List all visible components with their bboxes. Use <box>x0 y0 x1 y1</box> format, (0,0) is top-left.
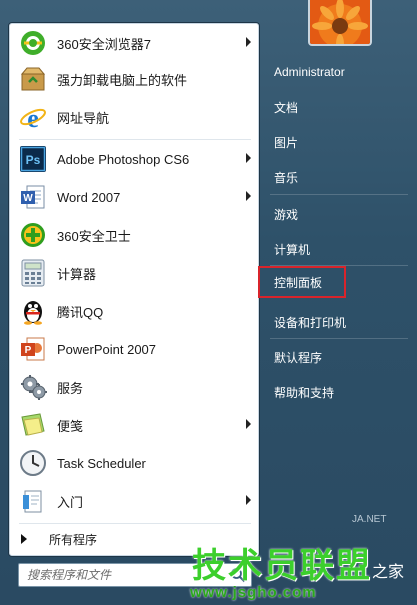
program-item-photoshop[interactable]: Ps Adobe Photoshop CS6 <box>11 141 257 177</box>
submenu-arrow-icon[interactable] <box>246 153 251 163</box>
right-item-music[interactable]: 音乐 <box>262 162 412 192</box>
right-item-label: 计算机 <box>274 242 311 257</box>
right-item-label: 图片 <box>274 135 299 150</box>
program-item-360-safeguard[interactable]: 360安全卫士 <box>11 217 257 253</box>
pinned-programs-panel: 360安全浏览器7 强力卸载电脑上的软件 e 网址导航 Ps Adobe Pho… <box>8 22 260 557</box>
program-label: Word 2007 <box>57 189 121 205</box>
submenu-arrow-icon[interactable] <box>246 191 251 201</box>
svg-text:W: W <box>23 193 33 204</box>
right-item-help-support[interactable]: 帮助和支持 <box>262 377 412 407</box>
program-label: 强力卸载电脑上的软件 <box>57 72 188 88</box>
program-item-getting-started[interactable]: 入门 <box>11 483 257 519</box>
highlight-frame <box>258 266 346 298</box>
right-item-computer[interactable]: 计算机 <box>262 234 412 264</box>
search-input[interactable] <box>25 567 219 583</box>
watermark-brand: 技术员联盟 <box>192 547 372 585</box>
svg-text:P: P <box>25 345 32 356</box>
watermark-url: www.jsgho.com <box>190 584 317 601</box>
right-item-default-programs[interactable]: 默认程序 <box>262 342 412 372</box>
divider <box>270 194 408 195</box>
right-item-user[interactable]: Administrator <box>262 57 412 87</box>
clock-icon <box>17 447 49 479</box>
divider <box>19 139 251 140</box>
submenu-arrow-icon[interactable] <box>246 37 251 47</box>
program-label: Adobe Photoshop CS6 <box>57 151 190 167</box>
program-label: 网址导航 <box>57 110 110 126</box>
program-label: 腾讯QQ <box>57 304 104 320</box>
divider <box>270 338 408 339</box>
program-label: 便笺 <box>57 418 84 434</box>
program-item-sticky-notes[interactable]: 便笺 <box>11 407 257 443</box>
program-label: 360安全卫士 <box>57 228 131 244</box>
start-menu: 360安全浏览器7 强力卸载电脑上的软件 e 网址导航 Ps Adobe Pho… <box>0 0 417 605</box>
program-label: 360安全浏览器7 <box>57 36 151 52</box>
powerpoint-icon: P <box>17 333 49 365</box>
program-item-uninstaller[interactable]: 强力卸载电脑上的软件 <box>11 61 257 97</box>
program-label: 入门 <box>57 494 84 510</box>
program-item-web-nav[interactable]: e 网址导航 <box>11 99 257 135</box>
divider <box>19 523 251 524</box>
calculator-icon <box>17 257 49 289</box>
program-item-qq[interactable]: 腾讯QQ <box>11 293 257 329</box>
program-item-task-scheduler[interactable]: Task Scheduler <box>11 445 257 481</box>
photoshop-icon: Ps <box>17 143 49 175</box>
submenu-arrow-icon[interactable] <box>246 419 251 429</box>
right-item-games[interactable]: 游戏 <box>262 199 412 229</box>
right-item-label: 设备和打印机 <box>274 315 347 330</box>
program-item-powerpoint[interactable]: P PowerPoint 2007 <box>11 331 257 367</box>
program-label: 计算器 <box>57 266 97 282</box>
360-safeguard-icon <box>17 219 49 251</box>
qq-penguin-icon <box>17 295 49 327</box>
services-gear-icon <box>17 371 49 403</box>
program-label: 服务 <box>57 380 84 396</box>
svg-text:e: e <box>27 104 39 131</box>
uninstall-box-icon <box>17 63 49 95</box>
expand-arrow-icon <box>21 534 27 544</box>
sticky-notes-icon <box>17 409 49 441</box>
right-item-label: 游戏 <box>274 207 299 222</box>
program-item-360-browser[interactable]: 360安全浏览器7 <box>11 25 257 61</box>
right-item-pictures[interactable]: 图片 <box>262 127 412 157</box>
right-item-devices-printers[interactable]: 设备和打印机 <box>262 307 412 337</box>
getting-started-icon <box>17 485 49 517</box>
right-item-label: Administrator <box>274 65 345 79</box>
program-label: PowerPoint 2007 <box>57 341 157 357</box>
right-item-label: 音乐 <box>274 170 299 185</box>
all-programs-label: 所有程序 <box>49 532 98 547</box>
program-label: Task Scheduler <box>57 455 146 471</box>
ie-icon: e <box>17 101 49 133</box>
360-browser-icon <box>17 27 49 59</box>
right-item-label: 默认程序 <box>274 350 323 365</box>
program-item-calculator[interactable]: 计算器 <box>11 255 257 291</box>
svg-text:Ps: Ps <box>26 153 41 167</box>
watermark-faint-url: JA.NET <box>352 514 387 525</box>
program-item-word[interactable]: W Word 2007 <box>11 179 257 215</box>
word-icon: W <box>17 181 49 213</box>
right-item-documents[interactable]: 文档 <box>262 92 412 122</box>
right-item-label: 帮助和支持 <box>274 385 335 400</box>
submenu-arrow-icon[interactable] <box>246 495 251 505</box>
watermark-suffix: 之家 <box>372 564 405 581</box>
user-picture[interactable] <box>308 0 372 46</box>
right-item-label: 文档 <box>274 100 299 115</box>
program-item-services[interactable]: 服务 <box>11 369 257 405</box>
